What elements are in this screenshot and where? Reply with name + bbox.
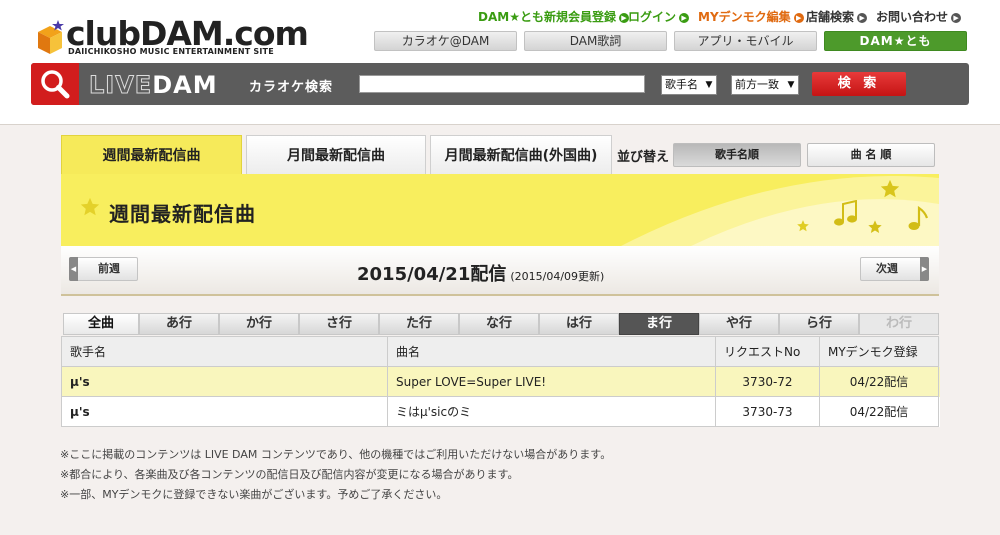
delivery-date: 2015/04/21配信 (2015/04/09更新) <box>357 264 605 285</box>
search-type-select[interactable]: 歌手名 ▼ <box>661 75 717 95</box>
table-header-row: 歌手名 曲名 リクエストNo MYデンモク登録 <box>62 337 940 367</box>
request-no-cell: 3730-72 <box>716 367 820 397</box>
kana-tab-ta[interactable]: た行 <box>379 313 459 335</box>
kana-tab-ka[interactable]: か行 <box>219 313 299 335</box>
chevron-right-icon: ▶ <box>857 13 868 23</box>
clubdam-logo[interactable]: clubDAM.com DAIICHIKOSHO MUSIC ENTERTAIN… <box>36 14 326 58</box>
col-header-artist: 歌手名 <box>62 337 388 367</box>
col-header-request-no: リクエストNo <box>716 337 820 367</box>
prev-week-button[interactable]: ◀ 前週 <box>69 257 138 281</box>
star-icon <box>80 197 100 216</box>
artist-cell[interactable]: μ's <box>62 397 388 427</box>
song-table: 歌手名 曲名 リクエストNo MYデンモク登録 μ's Super LOVE=S… <box>61 336 940 427</box>
store-search-link[interactable]: 店舗検索 ▶ <box>806 8 868 25</box>
table-row[interactable]: μ's Super LOVE=Super LIVE! 3730-72 04/22… <box>62 367 940 397</box>
star-icon <box>868 220 882 233</box>
search-icon[interactable] <box>31 63 79 105</box>
search-input[interactable] <box>359 75 645 93</box>
kana-tab-ma[interactable]: ま行 <box>619 313 699 335</box>
star-icon <box>797 220 809 232</box>
col-header-song: 曲名 <box>388 337 716 367</box>
logo-cube-icon <box>38 20 64 54</box>
karaoke-search-label: カラオケ検索 <box>249 80 334 95</box>
my-denmoku-edit-link[interactable]: MYデンモク編集 ▶ <box>698 8 804 25</box>
chevron-right-icon: ▶ <box>951 13 962 23</box>
dropdown-arrow-icon: ▼ <box>787 80 795 90</box>
site-header: clubDAM.com DAIICHIKOSHO MUSIC ENTERTAIN… <box>0 0 1000 125</box>
search-button[interactable]: 検 索 <box>812 72 906 96</box>
music-note-icon <box>834 200 857 226</box>
logo-subtitle: DAIICHIKOSHO MUSIC ENTERTAINMENT SITE <box>68 47 274 56</box>
song-cell[interactable]: ミはμ'sicのミ <box>388 397 716 427</box>
next-week-button[interactable]: 次週 ▶ <box>860 257 929 281</box>
kana-tab-ra[interactable]: ら行 <box>779 313 859 335</box>
banner: 週間最新配信曲 <box>61 174 939 246</box>
banner-title: 週間最新配信曲 <box>109 202 256 226</box>
request-no-cell: 3730-73 <box>716 397 820 427</box>
chevron-right-icon: ▶ <box>793 13 804 23</box>
song-cell[interactable]: Super LOVE=Super LIVE! <box>388 367 716 397</box>
update-date: (2015/04/09更新) <box>510 270 605 283</box>
contact-link[interactable]: お問い合わせ ▶ <box>876 8 962 25</box>
tab-monthly-foreign[interactable]: 月間最新配信曲(外国曲) <box>430 135 612 175</box>
my-denmoku-cell: 04/22配信 <box>820 397 939 427</box>
live-dam-brand: LIVEDAM <box>88 71 218 100</box>
col-header-my-denmoku: MYデンモク登録 <box>820 337 939 367</box>
dropdown-arrow-icon: ▼ <box>705 80 713 90</box>
kana-tab-a[interactable]: あ行 <box>139 313 219 335</box>
note-line: ※都合により、各楽曲及び各コンテンツの配信日及び配信内容が変更になる場合がありま… <box>60 468 519 481</box>
nav-tab-karaoke-at-dam[interactable]: カラオケ@DAM <box>374 31 517 51</box>
nav-tab-dam-lyrics[interactable]: DAM歌詞 <box>524 31 667 51</box>
kana-tab-na[interactable]: な行 <box>459 313 539 335</box>
disclaimer-notes: ※ここに掲載のコンテンツは LIVE DAM コンテンツであり、他の機種ではご利… <box>60 445 611 505</box>
nav-tab-dam-tomo[interactable]: DAM★とも <box>824 31 967 51</box>
my-denmoku-cell: 04/22配信 <box>820 367 939 397</box>
kana-tab-wa: わ行 <box>859 313 939 335</box>
music-note-icon <box>908 206 929 230</box>
login-link[interactable]: ログイン ▶ <box>628 8 690 25</box>
star-icon <box>880 179 900 198</box>
kana-tab-ya[interactable]: や行 <box>699 313 779 335</box>
kana-tab-ha[interactable]: は行 <box>539 313 619 335</box>
sort-by-artist-button[interactable]: 歌手名順 <box>673 143 801 167</box>
tab-weekly[interactable]: 週間最新配信曲 <box>61 135 242 175</box>
sort-by-title-button[interactable]: 曲 名 順 <box>807 143 935 167</box>
chevron-right-icon: ▶ <box>679 13 690 23</box>
nav-tab-app-mobile[interactable]: アプリ・モバイル <box>674 31 817 51</box>
kana-tab-sa[interactable]: さ行 <box>299 313 379 335</box>
sort-label: 並び替え <box>617 150 670 165</box>
search-bar: LIVEDAM カラオケ検索 歌手名 ▼ 前方一致 ▼ 検 索 <box>31 63 969 105</box>
search-match-select[interactable]: 前方一致 ▼ <box>731 75 799 95</box>
register-link[interactable]: DAM★とも新規会員登録 ▶ <box>478 8 629 25</box>
chevron-right-icon: ▶ <box>920 257 929 281</box>
note-line: ※一部、MYデンモクに登録できない楽曲がございます。予めご了承ください。 <box>60 488 448 501</box>
note-line: ※ここに掲載のコンテンツは LIVE DAM コンテンツであり、他の機種ではご利… <box>60 448 612 461</box>
kana-tab-all[interactable]: 全曲 <box>63 313 139 335</box>
date-bar: ◀ 前週 2015/04/21配信 (2015/04/09更新) 次週 ▶ <box>61 246 939 296</box>
chevron-left-icon: ◀ <box>69 257 78 281</box>
artist-cell[interactable]: μ's <box>62 367 388 397</box>
table-row[interactable]: μ's ミはμ'sicのミ 3730-73 04/22配信 <box>62 397 940 427</box>
tab-monthly[interactable]: 月間最新配信曲 <box>246 135 426 175</box>
